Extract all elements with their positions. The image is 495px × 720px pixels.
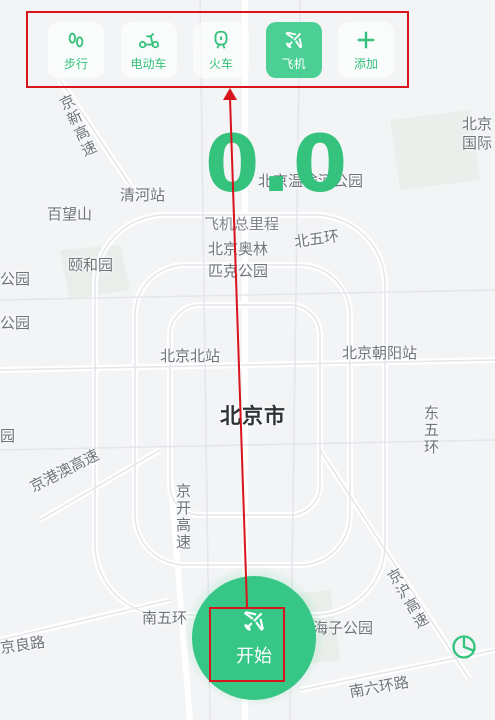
map-label-beijing-north-station: 北京北站 (160, 347, 221, 365)
map-label-park-left-3: 园 (0, 427, 16, 445)
airplane-icon (244, 611, 264, 631)
map-label-olympic-park: 北京奥林匹克公园 (208, 240, 269, 280)
start-button-label: 开始 (236, 646, 272, 667)
airplane-icon (285, 31, 302, 48)
mode-walk-label: 步行 (63, 56, 88, 71)
footprints-icon (68, 32, 84, 47)
map-label-qinghe-station: 清河站 (120, 186, 166, 204)
train-icon (214, 30, 228, 49)
map-label-park-left-2: 公园 (0, 314, 31, 332)
map-label-yiheyuan: 颐和园 (68, 256, 114, 274)
mode-walk-button[interactable]: 步行 (48, 22, 104, 78)
map-label-park-left-1: 公园 (0, 270, 31, 288)
mode-add-button[interactable]: 添加 (338, 22, 394, 78)
map-label-baiwangshan: 百望山 (47, 205, 93, 223)
start-button[interactable]: 开始 (192, 576, 316, 700)
scooter-icon (138, 32, 159, 48)
map-label-south-fifth-ring: 南五环 (142, 609, 188, 627)
transport-mode-bar: 步行 电动车 火车 飞机 添加 (34, 13, 408, 87)
map-label-east-fifth-ring: 东五环 (422, 405, 440, 456)
map-label-beijing-intl: 北京国际 (462, 115, 493, 152)
map-label-jingkai-highway: 京开高速 (174, 483, 192, 551)
plus-icon (357, 31, 375, 48)
mode-scooter-button[interactable]: 电动车 (120, 22, 177, 78)
mode-train-button[interactable]: 火车 (193, 22, 249, 78)
total-distance-caption: 飞机总里程 (204, 215, 280, 233)
mode-airplane-button[interactable]: 飞机 (265, 22, 322, 78)
mode-train-label: 火车 (208, 56, 233, 71)
total-distance-value: 0.0 (205, 120, 350, 210)
mode-add-label: 添加 (353, 56, 378, 71)
pie-chart-icon (452, 635, 476, 659)
map-label-beijing-city: 北京市 (220, 404, 286, 428)
stats-button[interactable] (447, 630, 481, 664)
mode-airplane-label: 飞机 (281, 56, 306, 71)
mode-scooter-label: 电动车 (130, 56, 167, 71)
map-label-beijing-chaoyang-station: 北京朝阳站 (342, 344, 418, 362)
